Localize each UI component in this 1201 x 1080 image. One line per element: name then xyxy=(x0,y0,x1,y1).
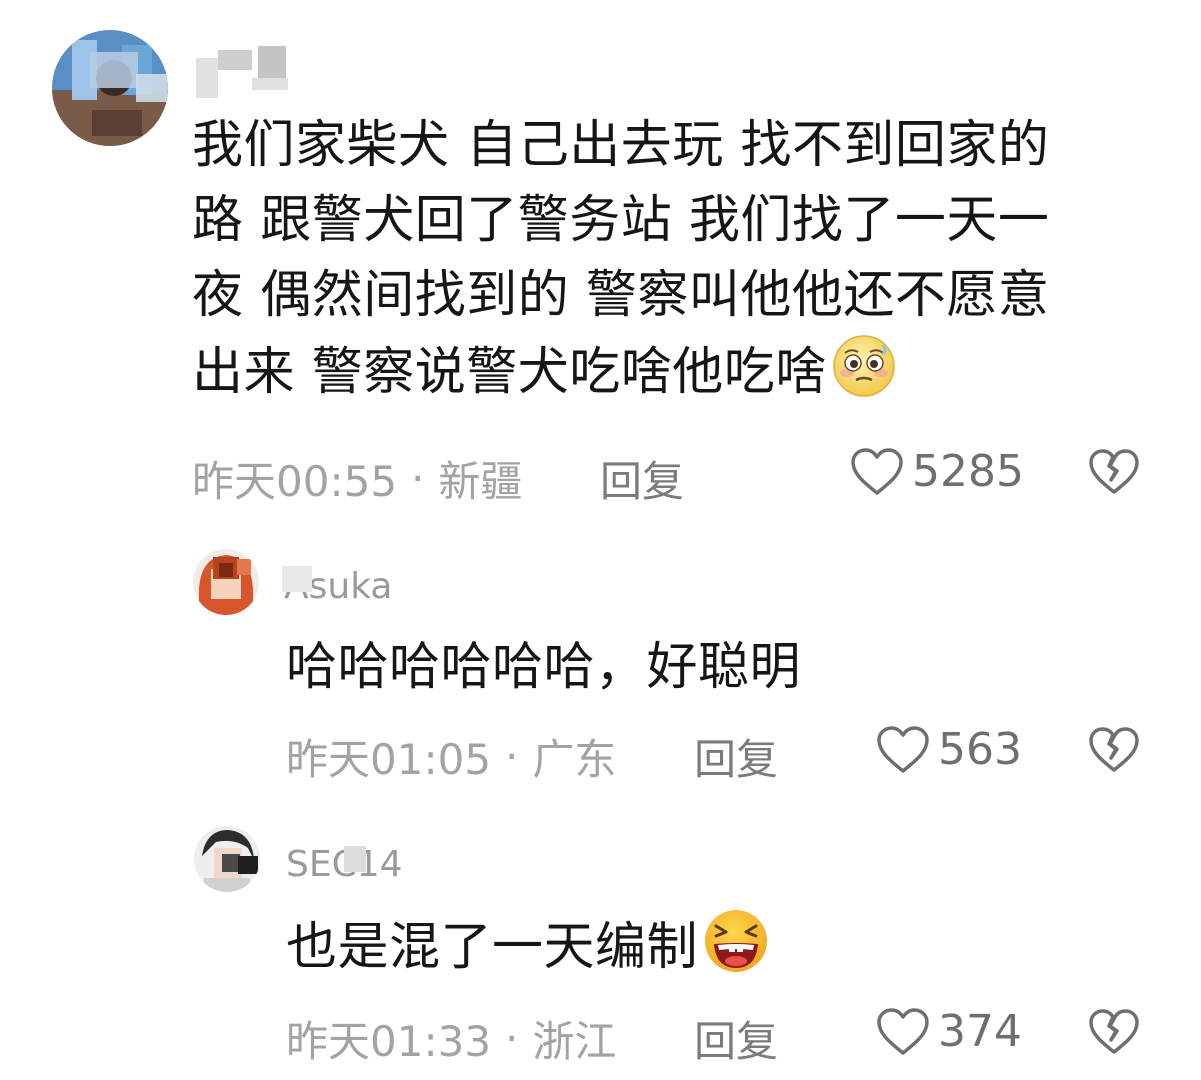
username-redaction xyxy=(344,846,366,872)
reply-button[interactable]: 回复 xyxy=(694,1008,778,1069)
comment-text-line: 也是混了一天编制 xyxy=(286,918,699,977)
location: 浙江 xyxy=(532,1017,617,1066)
heart-outline-icon xyxy=(877,1007,929,1055)
laughing-face-emoji xyxy=(702,908,770,974)
separator: · xyxy=(505,1014,519,1063)
dislike-button[interactable] xyxy=(1088,1008,1140,1060)
timestamp: 昨天01:33 xyxy=(286,1017,492,1066)
like-count: 374 xyxy=(938,1006,1022,1057)
comment-3: SEC14 也是混了一天编制 昨天01:33 · xyxy=(0,0,1201,1080)
comment-text-line-last: 也是混了一天编制 xyxy=(286,908,770,985)
avatar[interactable] xyxy=(194,826,260,892)
comment-meta: 昨天01:33 · 浙江 xyxy=(286,1008,616,1069)
broken-heart-icon xyxy=(1089,1009,1139,1054)
like-button[interactable]: 374 xyxy=(876,1006,1022,1057)
comment-text: 也是混了一天编制 xyxy=(286,908,770,985)
